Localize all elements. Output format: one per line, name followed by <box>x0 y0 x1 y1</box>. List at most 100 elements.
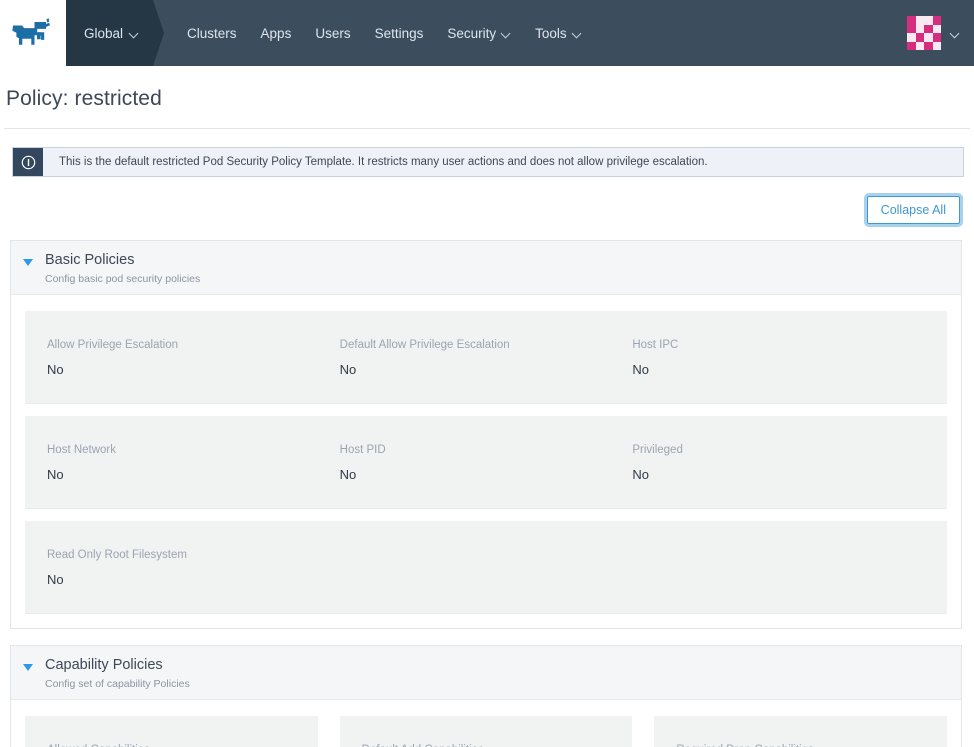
field-spacer <box>340 547 633 587</box>
field-allow-privilege-escalation: Allow Privilege Escalation No <box>47 337 340 377</box>
field-label: Host IPC <box>632 337 911 354</box>
avatar-cell <box>907 25 916 34</box>
user-menu[interactable] <box>907 0 974 66</box>
field-label: Privileged <box>632 442 911 459</box>
navbar-spacer <box>594 0 907 66</box>
nav-item-label: Security <box>447 26 496 41</box>
field-value: No <box>47 459 326 482</box>
triangle-down-icon <box>23 664 33 671</box>
field-default-add-capabilities: Default Add Capabilities None <box>340 716 633 747</box>
avatar-cell <box>916 16 925 25</box>
title-divider <box>4 128 970 129</box>
field-label: Allow Privilege Escalation <box>47 337 326 354</box>
avatar-cell <box>933 16 942 25</box>
top-header: Global Clusters Apps Users Settings Secu… <box>0 0 974 66</box>
nav-item-settings[interactable]: Settings <box>363 26 436 41</box>
field-value: No <box>632 354 911 377</box>
section-header[interactable]: Basic Policies Config basic pod security… <box>11 241 961 295</box>
avatar-cell <box>907 33 916 42</box>
section-toggle-basic-policies[interactable] <box>11 250 45 266</box>
page-title: Policy: restricted <box>4 66 970 128</box>
section-body: Allowed Capabilities None Default Add Ca… <box>11 700 961 747</box>
avatar-cell <box>916 42 925 51</box>
cluster-selector-global[interactable]: Global <box>66 0 153 66</box>
section-capability-policies: Capability Policies Config set of capabi… <box>10 645 962 747</box>
nav-item-apps[interactable]: Apps <box>249 26 304 41</box>
field-label: Default Add Capabilities <box>362 742 611 747</box>
avatar-cell <box>907 42 916 51</box>
section-body: Allow Privilege Escalation No Default Al… <box>11 295 961 629</box>
avatar-cell <box>916 33 925 42</box>
nav-item-tools[interactable]: Tools <box>523 26 594 41</box>
main-navbar: Global Clusters Apps Users Settings Secu… <box>66 0 974 66</box>
info-banner-text: This is the default restricted Pod Secur… <box>43 148 708 176</box>
field-required-drop-capabilities: Required Drop Capabilities ALL <box>654 716 947 747</box>
field-host-network: Host Network No <box>47 442 340 482</box>
section-basic-policies: Basic Policies Config basic pod security… <box>10 240 962 629</box>
field-read-only-root-filesystem: Read Only Root Filesystem No <box>47 547 340 587</box>
table-row: Host Network No Host PID No Privileged N… <box>25 416 947 509</box>
section-subtitle: Config basic pod security policies <box>45 271 200 285</box>
field-label: Allowed Capabilities <box>47 742 296 747</box>
page-content: Policy: restricted This is the default r… <box>0 66 974 747</box>
collapse-all-button[interactable]: Collapse All <box>867 196 960 224</box>
info-glyph <box>21 155 36 170</box>
field-privileged: Privileged No <box>632 442 925 482</box>
nav-item-label: Apps <box>261 26 292 41</box>
section-header[interactable]: Capability Policies Config set of capabi… <box>11 646 961 700</box>
nav-item-label: Settings <box>375 26 424 41</box>
table-row: Read Only Root Filesystem No <box>25 521 947 614</box>
field-host-pid: Host PID No <box>340 442 633 482</box>
chevron-down-icon <box>130 29 139 38</box>
field-value: No <box>340 354 619 377</box>
table-row: Allowed Capabilities None Default Add Ca… <box>25 716 947 747</box>
section-titles: Capability Policies Config set of capabi… <box>45 655 190 690</box>
avatar-cell <box>924 16 933 25</box>
actions-row: Collapse All <box>4 177 970 224</box>
field-label: Required Drop Capabilities <box>676 742 925 747</box>
nav-item-label: Clusters <box>187 26 237 41</box>
info-circle-icon <box>13 148 43 176</box>
field-value: No <box>47 564 326 587</box>
info-banner: This is the default restricted Pod Secur… <box>12 147 964 177</box>
section-titles: Basic Policies Config basic pod security… <box>45 250 200 285</box>
field-allowed-capabilities: Allowed Capabilities None <box>25 716 318 747</box>
avatar-cell <box>924 25 933 34</box>
nav-links: Clusters Apps Users Settings Security To… <box>153 0 594 66</box>
field-value: No <box>340 459 619 482</box>
field-label: Default Allow Privilege Escalation <box>340 337 619 354</box>
field-label: Host PID <box>340 442 619 459</box>
nav-item-label: Tools <box>535 26 567 41</box>
field-value: No <box>632 459 911 482</box>
section-toggle-capability-policies[interactable] <box>11 655 45 671</box>
avatar-cell <box>924 33 933 42</box>
field-default-allow-privilege-escalation: Default Allow Privilege Escalation No <box>340 337 633 377</box>
avatar <box>907 16 941 50</box>
table-row: Allow Privilege Escalation No Default Al… <box>25 311 947 404</box>
avatar-cell <box>924 42 933 51</box>
nav-item-label: Users <box>315 26 350 41</box>
nav-item-users[interactable]: Users <box>303 26 362 41</box>
app-logo[interactable] <box>0 0 66 66</box>
chevron-down-icon <box>573 29 582 38</box>
nav-item-clusters[interactable]: Clusters <box>175 26 249 41</box>
avatar-cell <box>933 25 942 34</box>
section-title: Basic Policies <box>45 251 200 271</box>
field-label: Host Network <box>47 442 326 459</box>
section-title: Capability Policies <box>45 656 190 676</box>
field-value: No <box>47 354 326 377</box>
field-host-ipc: Host IPC No <box>632 337 925 377</box>
nav-item-security[interactable]: Security <box>435 26 523 41</box>
field-label: Read Only Root Filesystem <box>47 547 326 564</box>
field-spacer <box>632 547 925 587</box>
rancher-cow-logo-icon <box>10 18 56 48</box>
chevron-down-icon <box>951 29 960 38</box>
cluster-selector-label: Global <box>84 26 123 41</box>
triangle-down-icon <box>23 259 33 266</box>
chevron-down-icon <box>502 29 511 38</box>
avatar-cell <box>907 16 916 25</box>
avatar-cell <box>916 25 925 34</box>
avatar-cell <box>933 33 942 42</box>
avatar-cell <box>933 42 942 51</box>
section-subtitle: Config set of capability Policies <box>45 676 190 690</box>
